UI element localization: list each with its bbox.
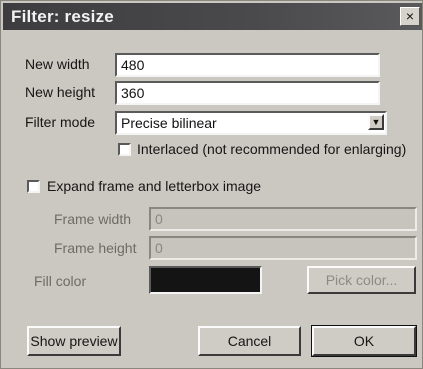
expand-frame-checkbox[interactable] — [27, 180, 40, 193]
ok-button[interactable]: OK — [311, 325, 417, 357]
show-preview-button[interactable]: Show preview — [27, 326, 121, 356]
title-bar[interactable]: Filter: resize × — [3, 3, 422, 30]
cancel-button[interactable]: Cancel — [198, 326, 301, 356]
filter-mode-select[interactable]: Precise bilinear ▼ — [115, 111, 387, 135]
filter-mode-label: Filter mode — [25, 114, 96, 130]
new-height-input[interactable]: 360 — [115, 81, 380, 105]
frame-width-label: Frame width — [54, 211, 132, 227]
interlaced-label: Interlaced (not recommended for enlargin… — [137, 141, 407, 157]
pick-color-button[interactable]: Pick color... — [307, 266, 416, 294]
frame-height-input[interactable]: 0 — [149, 236, 417, 260]
close-icon[interactable]: × — [400, 7, 420, 26]
expand-frame-label: Expand frame and letterbox image — [47, 178, 262, 194]
resize-dialog: Filter: resize × New width 480 New heigh… — [0, 0, 423, 369]
new-width-input[interactable]: 480 — [115, 53, 380, 77]
filter-mode-value: Precise bilinear — [121, 115, 217, 131]
interlaced-checkbox[interactable] — [118, 143, 131, 156]
new-width-label: New width — [25, 56, 90, 72]
window-title: Filter: resize — [11, 7, 114, 26]
fill-color-label: Fill color — [34, 273, 87, 289]
frame-height-label: Frame height — [54, 240, 137, 256]
chevron-down-icon[interactable]: ▼ — [368, 114, 384, 130]
frame-width-input[interactable]: 0 — [149, 207, 417, 231]
fill-color-swatch[interactable] — [149, 266, 262, 294]
new-height-label: New height — [25, 84, 96, 100]
